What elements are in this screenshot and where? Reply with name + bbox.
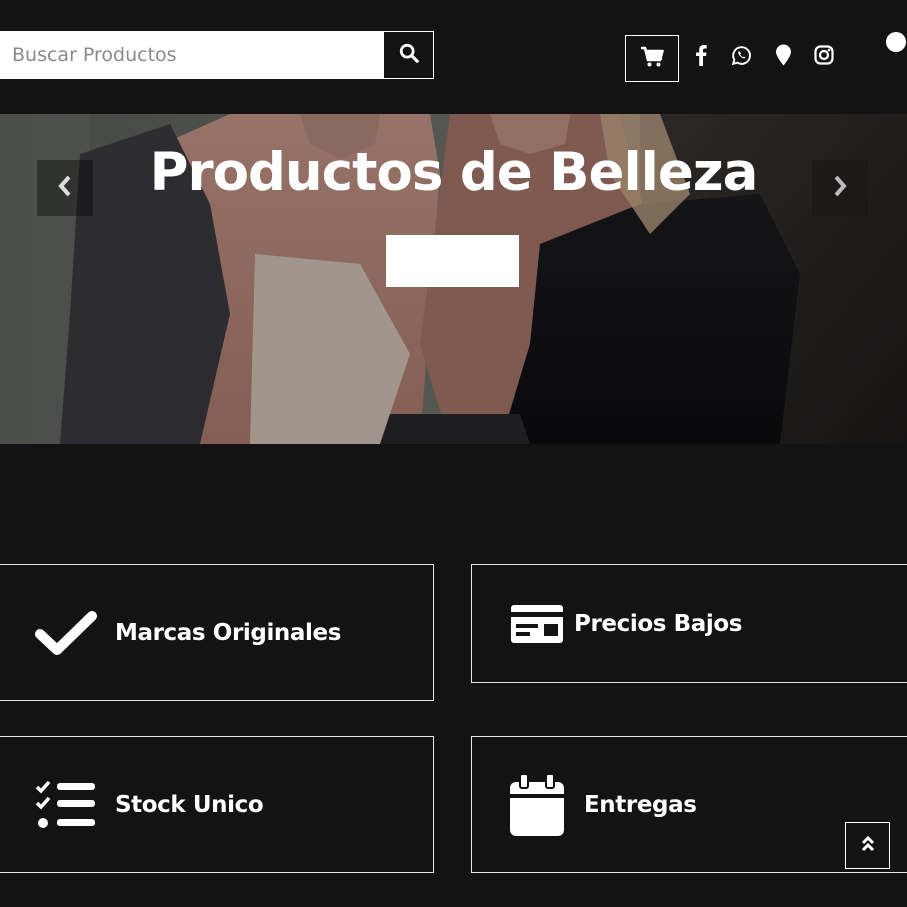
- hero-title: Productos de Belleza: [149, 142, 759, 203]
- whatsapp-icon: [731, 45, 752, 70]
- cart-button[interactable]: [625, 35, 679, 82]
- map-pin-icon: [775, 44, 792, 70]
- facebook-link[interactable]: [690, 44, 712, 70]
- whatsapp-link[interactable]: [729, 44, 753, 70]
- feature-label: Marcas Originales: [115, 619, 341, 646]
- feature-label: Entregas: [584, 791, 697, 818]
- search-icon: [398, 42, 420, 68]
- chevron-left-icon: [57, 175, 73, 201]
- feature-precios-bajos: Precios Bajos: [471, 564, 907, 683]
- location-link[interactable]: [772, 44, 794, 70]
- cart-icon: [640, 46, 664, 72]
- search-bar: [0, 31, 434, 79]
- instagram-link[interactable]: [812, 44, 836, 70]
- search-input[interactable]: [0, 31, 383, 79]
- facebook-icon: [695, 44, 707, 70]
- feature-marcas-originales: Marcas Originales: [0, 564, 434, 701]
- hero-cta-button[interactable]: [386, 235, 519, 287]
- checkmark-icon: [35, 610, 97, 656]
- checklist-icon: [35, 779, 97, 831]
- chevron-right-icon: [832, 175, 848, 201]
- toggle-dot[interactable]: [886, 32, 906, 52]
- feature-label: Stock Unico: [115, 791, 264, 818]
- scroll-to-top-button[interactable]: [845, 822, 890, 869]
- feature-entregas: Entregas: [471, 736, 907, 873]
- feature-label: Precios Bajos: [574, 610, 743, 637]
- calendar-icon: [510, 773, 564, 836]
- search-button[interactable]: [383, 31, 434, 79]
- slider-next-button[interactable]: [812, 160, 868, 216]
- hero-slider: Productos de Belleza: [0, 114, 907, 444]
- credit-card-icon: [510, 604, 564, 644]
- instagram-icon: [814, 45, 834, 69]
- double-chevron-up-icon: [861, 835, 875, 857]
- slider-prev-button[interactable]: [37, 160, 93, 216]
- feature-stock-unico: Stock Unico: [0, 736, 434, 873]
